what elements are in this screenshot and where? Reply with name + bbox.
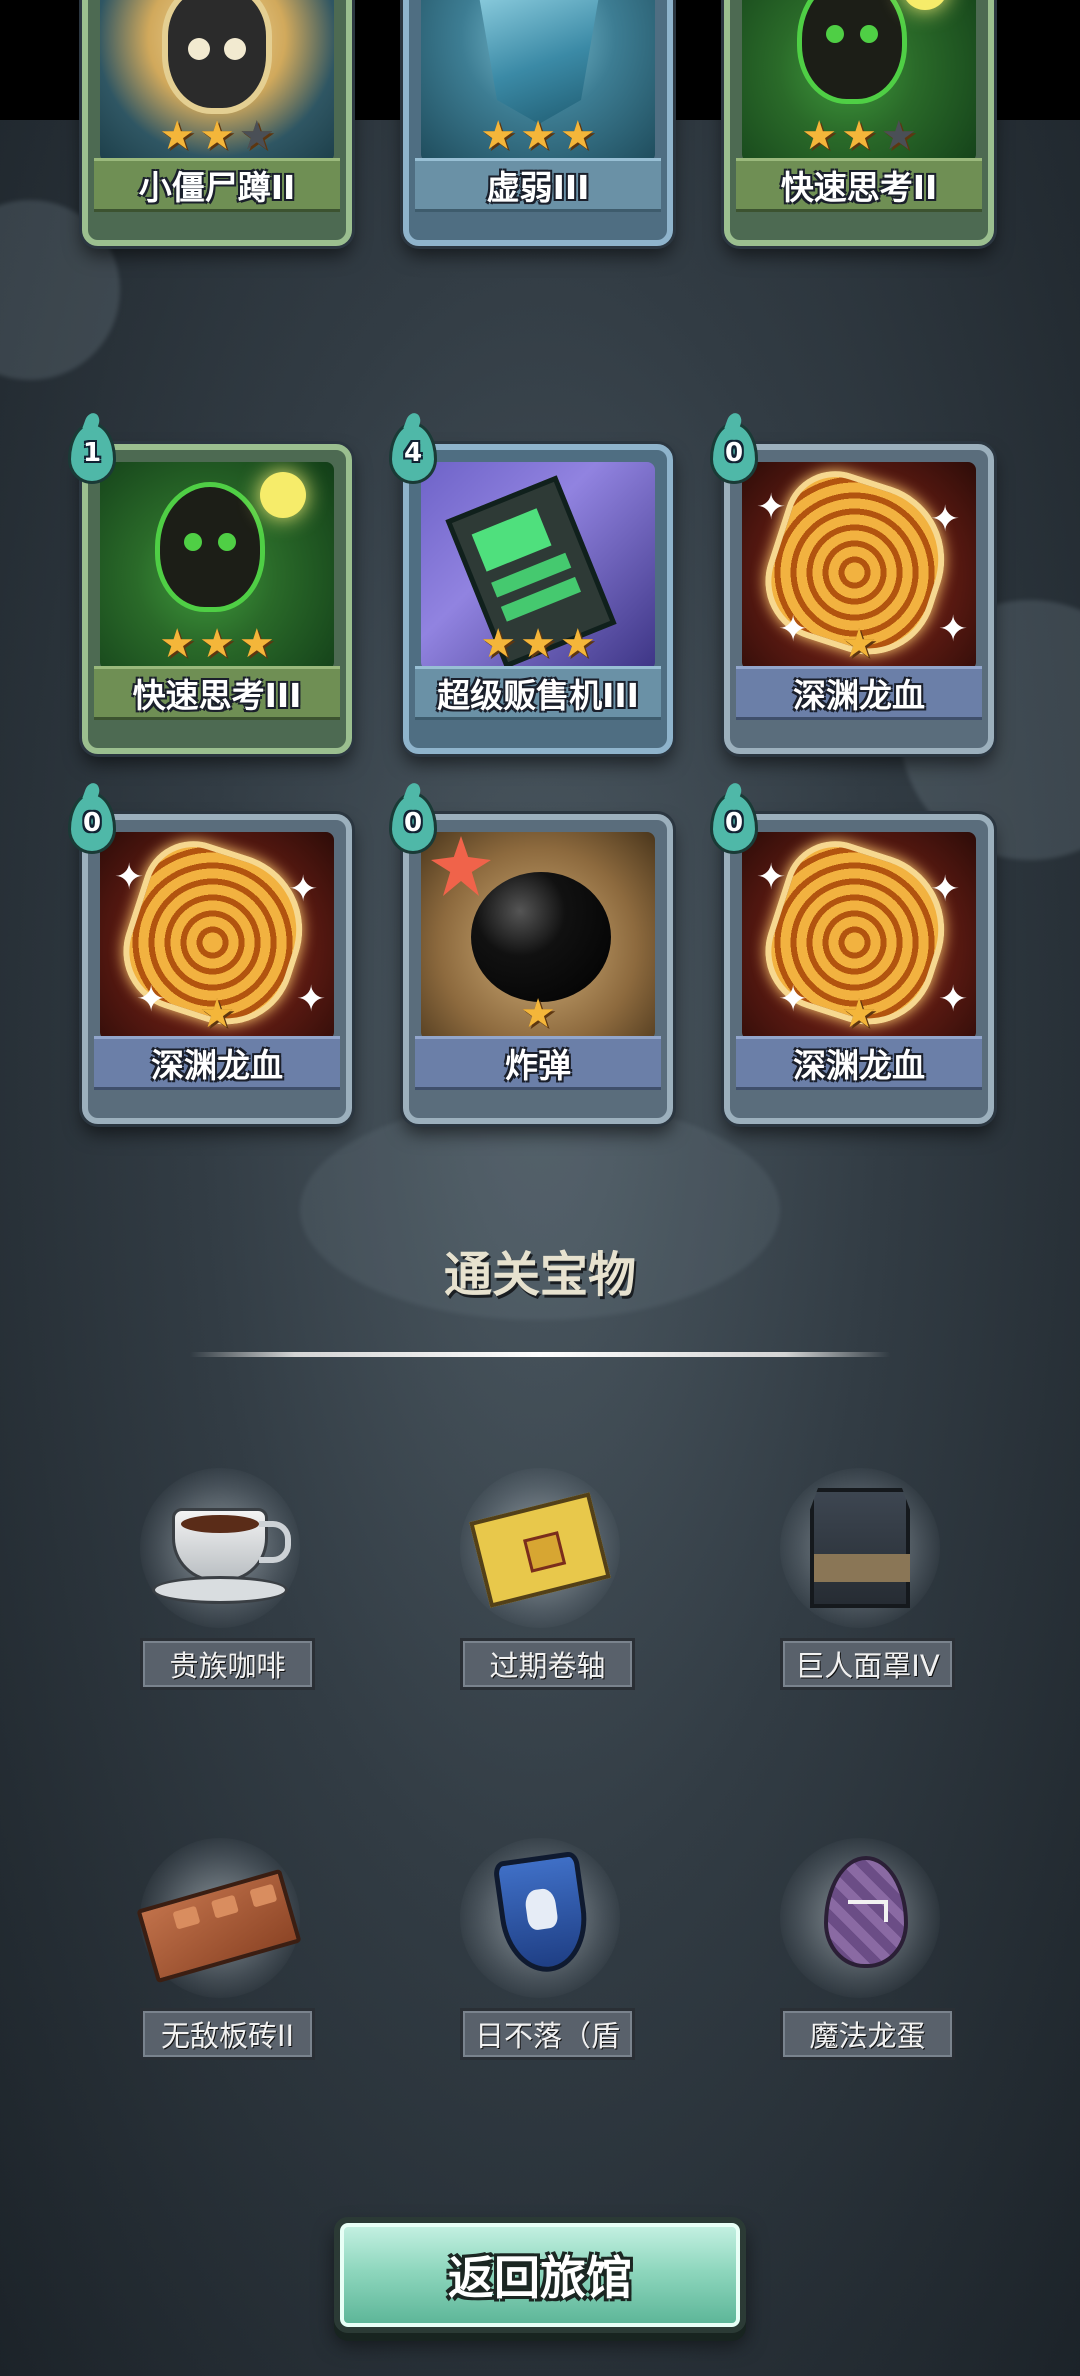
treasure-name: 过期卷轴 [460, 1638, 635, 1690]
saucer-icon [152, 1576, 288, 1604]
card-stars: ★ ★ ★ [403, 114, 673, 158]
treasure-item[interactable]: 巨人面罩IV [740, 1468, 980, 1698]
sparkle-icon: ✦ [930, 869, 961, 910]
skill-card[interactable]: ✦ ✦ ✦ ✦ ★ 深渊龙血 0 [68, 792, 352, 1124]
star-icon: ★ [238, 621, 275, 667]
light-bulb-icon [902, 0, 948, 10]
spark-burst-icon [431, 836, 491, 896]
skill-card[interactable]: ★ ★ ★ 小僵尸蹲II [82, 0, 352, 246]
card-name: 深渊龙血 [94, 1036, 340, 1090]
treasure-name: 巨人面罩IV [780, 1638, 955, 1690]
skill-card[interactable]: ★ ★ ★ 超级贩售机III 4 [389, 422, 673, 754]
treasure-item[interactable]: 魔法龙蛋 [740, 1838, 980, 2068]
section-divider [190, 1352, 890, 1357]
star-icon: ★ [480, 113, 517, 159]
star-icon: ★ [559, 113, 596, 159]
star-icon: ★ [159, 113, 196, 159]
card-name: 快速思考III [94, 666, 340, 720]
star-icon: ★ [520, 113, 556, 159]
section-title: 通关宝物 [443, 1247, 636, 1303]
skill-card[interactable]: ✦ ✦ ✦ ✦ ★ 深渊龙血 0 [710, 422, 994, 754]
zombie-art [162, 0, 272, 114]
star-icon: ★ [801, 113, 838, 159]
treasure-item[interactable]: 日不落（盾 [420, 1838, 660, 2068]
card-cost-badge: 0 [710, 792, 758, 854]
sparkle-icon: ✦ [114, 857, 145, 898]
treasure-item[interactable]: 贵族咖啡 [100, 1468, 340, 1698]
card-stars: ★ [724, 622, 994, 666]
star-icon: ★ [559, 621, 596, 667]
treasure-item[interactable]: 无敌板砖II [100, 1838, 340, 2068]
card-name: 快速思考II [736, 158, 982, 212]
card-stars: ★ [724, 992, 994, 1036]
star-icon: ★ [520, 991, 556, 1037]
card-stars: ★ ★ ★ [82, 114, 352, 158]
card-cost-badge: 0 [710, 422, 758, 484]
star-icon: ★ [880, 113, 917, 159]
star-icon: ★ [520, 621, 556, 667]
thinker-art [155, 482, 265, 612]
sparkle-icon: ✦ [756, 487, 787, 528]
skill-card[interactable]: ✦ ✦ ✦ ✦ ★ 深渊龙血 0 [710, 792, 994, 1124]
treasure-name: 贵族咖啡 [140, 1638, 315, 1690]
star-icon: ★ [159, 621, 196, 667]
card-stars: ★ [82, 992, 352, 1036]
card-name: 深渊龙血 [736, 666, 982, 720]
card-stars: ★ [403, 992, 673, 1036]
star-icon: ★ [238, 113, 275, 159]
card-name: 小僵尸蹲II [94, 158, 340, 212]
skill-card[interactable]: ★ ★ ★ 快速思考III 1 [68, 422, 352, 754]
star-icon: ★ [199, 113, 235, 159]
star-icon: ★ [199, 621, 235, 667]
star-icon: ★ [480, 621, 517, 667]
card-cost-badge: 0 [68, 792, 116, 854]
star-icon: ★ [841, 113, 877, 159]
card-stars: ★ ★ ★ [403, 622, 673, 666]
star-icon: ★ [199, 991, 235, 1037]
card-name: 深渊龙血 [736, 1036, 982, 1090]
giant-mask-icon [810, 1488, 910, 1608]
card-cost-badge: 4 [389, 422, 437, 484]
skill-card[interactable]: ★ 炸弹 0 [389, 792, 673, 1124]
return-to-inn-button[interactable]: 返回旅馆 [334, 2217, 746, 2333]
sparkle-icon: ✦ [288, 869, 319, 910]
card-name: 炸弹 [415, 1036, 661, 1090]
star-icon: ★ [841, 991, 877, 1037]
bomb-art [471, 872, 611, 1002]
star-icon: ★ [841, 621, 877, 667]
light-bulb-icon [260, 472, 306, 518]
treasure-name: 日不落（盾 [460, 2008, 635, 2060]
card-cost-badge: 1 [68, 422, 116, 484]
card-cost-badge: 0 [389, 792, 437, 854]
sparkle-icon: ✦ [756, 857, 787, 898]
treasure-name: 魔法龙蛋 [780, 2008, 955, 2060]
treasure-name: 无敌板砖II [140, 2008, 315, 2060]
thinker-art [797, 0, 907, 104]
card-stars: ★ ★ ★ [724, 114, 994, 158]
shield-art [479, 0, 599, 124]
card-name: 虚弱III [415, 158, 661, 212]
card-name: 超级贩售机III [415, 666, 661, 720]
treasure-item[interactable]: 过期卷轴 [420, 1468, 660, 1698]
card-stars: ★ ★ ★ [82, 622, 352, 666]
skill-card[interactable]: ★ ★ ★ 快速思考II [724, 0, 994, 246]
sparkle-icon: ✦ [930, 499, 961, 540]
skill-card[interactable]: ★ ★ ★ 虚弱III [403, 0, 673, 246]
